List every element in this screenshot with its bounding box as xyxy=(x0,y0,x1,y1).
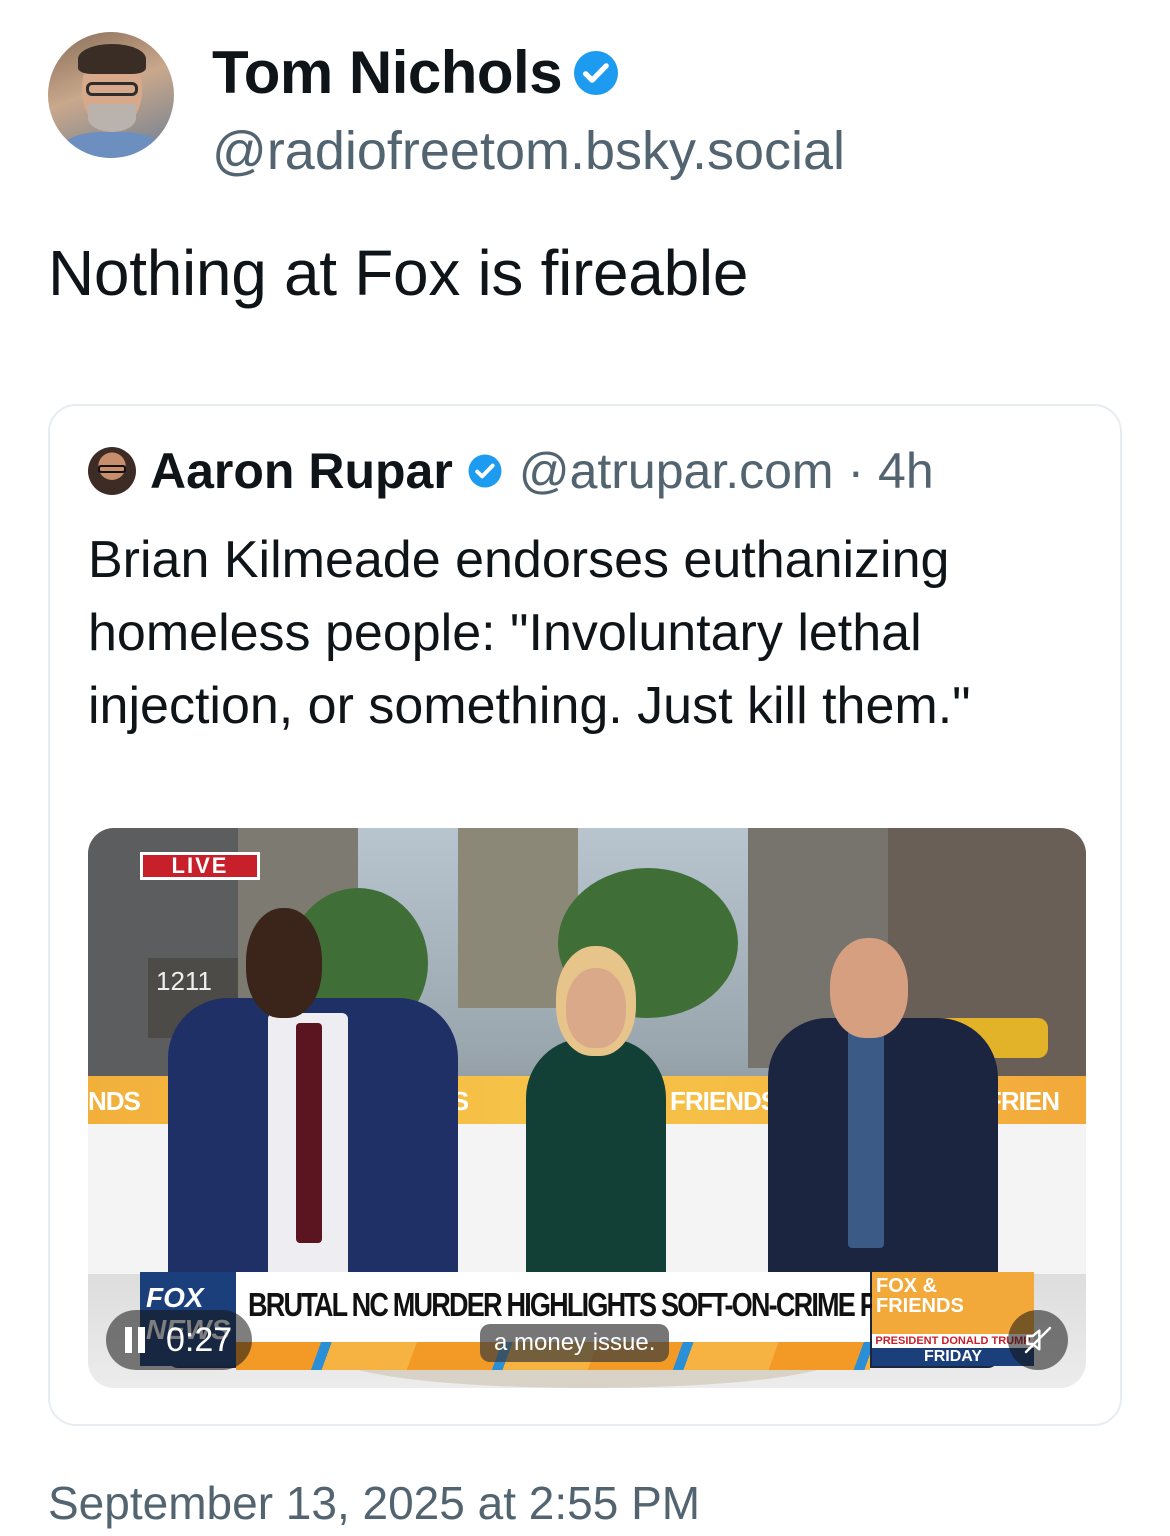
author-handle[interactable]: @radiofreetom.bsky.social xyxy=(212,120,845,182)
muted-speaker-icon xyxy=(1024,1326,1052,1354)
quoted-author-avatar[interactable] xyxy=(88,447,136,495)
quoted-post-card[interactable]: Aaron Rupar @atrupar.com · 4h Brian Kilm… xyxy=(48,404,1122,1426)
author-name-row: Tom Nichols xyxy=(212,38,620,107)
elapsed-time: 0:27 xyxy=(166,1320,233,1359)
video-player[interactable]: 1211 NDS DS FRIENDS FRIEN LIVE xyxy=(88,828,1086,1388)
quoted-post-header: Aaron Rupar @atrupar.com · 4h xyxy=(88,442,934,500)
verified-badge-icon xyxy=(574,50,619,95)
news-headline: BRUTAL NC MURDER HIGHLIGHTS SOFT-ON-CRIM… xyxy=(248,1286,973,1323)
playback-controls[interactable]: 0:27 xyxy=(106,1310,253,1370)
quoted-author-display-name[interactable]: Aaron Rupar xyxy=(150,442,453,500)
building-number: 1211 xyxy=(156,966,212,996)
show-logo-line1: FOX & xyxy=(876,1275,938,1297)
author-avatar[interactable] xyxy=(48,32,174,158)
band-text: NDS xyxy=(88,1086,141,1116)
post-timestamp[interactable]: September 13, 2025 at 2:55 PM xyxy=(48,1476,700,1530)
video-caption: a money issue. xyxy=(480,1324,670,1362)
mute-button[interactable] xyxy=(1008,1310,1068,1370)
live-badge: LIVE xyxy=(140,852,260,880)
post-text: Nothing at Fox is fireable xyxy=(48,237,749,309)
verified-badge-icon xyxy=(468,454,502,488)
author-display-name[interactable]: Tom Nichols xyxy=(212,38,563,107)
pause-icon[interactable] xyxy=(122,1327,148,1353)
show-logo-line2: FRIENDS xyxy=(876,1295,964,1317)
post-header: Tom Nichols @radiofreetom.bsky.social xyxy=(48,30,1128,182)
quoted-author-handle[interactable]: @atrupar.com · 4h xyxy=(519,442,934,500)
quoted-post-text: Brian Kilmeade endorses euthanizing home… xyxy=(88,531,971,735)
band-text: FRIENDS xyxy=(670,1086,778,1116)
